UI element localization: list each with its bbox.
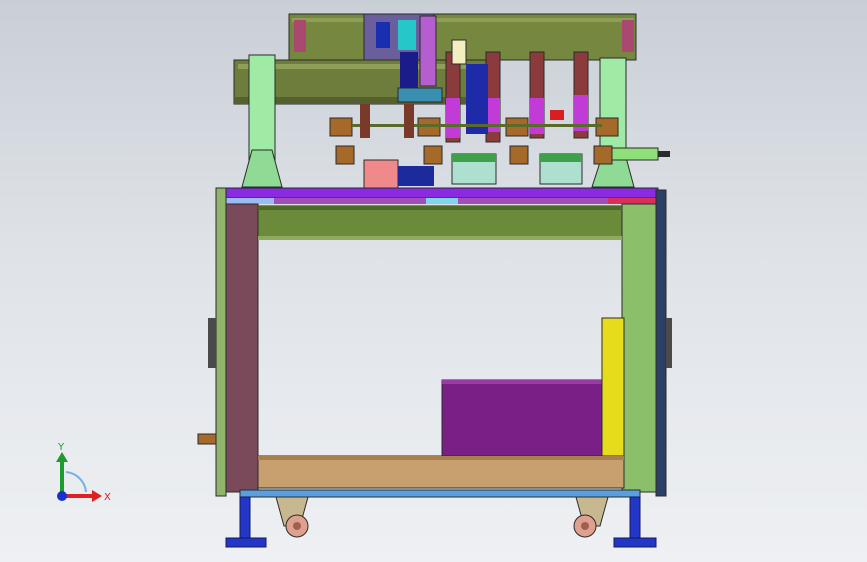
base-shelf (257, 455, 625, 489)
orientation-triad: Y X (56, 442, 111, 503)
tabletop (221, 187, 659, 204)
x-axis-label: X (104, 492, 111, 503)
x-axis-arrow-icon (92, 490, 102, 502)
right-leveling-foot (613, 496, 657, 548)
inner-cabinet (441, 379, 605, 457)
y-axis-label: Y (57, 442, 65, 453)
machine-assembly-front-view[interactable] (0, 0, 867, 562)
bottom-rail (239, 489, 641, 498)
left-caster (275, 496, 309, 538)
y-axis-arrow-icon (56, 452, 68, 462)
yellow-side-panel (601, 317, 625, 457)
right-caster (573, 496, 609, 538)
left-leveling-foot (225, 496, 267, 548)
cad-viewport[interactable]: Y X (0, 0, 867, 562)
origin-icon (57, 491, 67, 501)
